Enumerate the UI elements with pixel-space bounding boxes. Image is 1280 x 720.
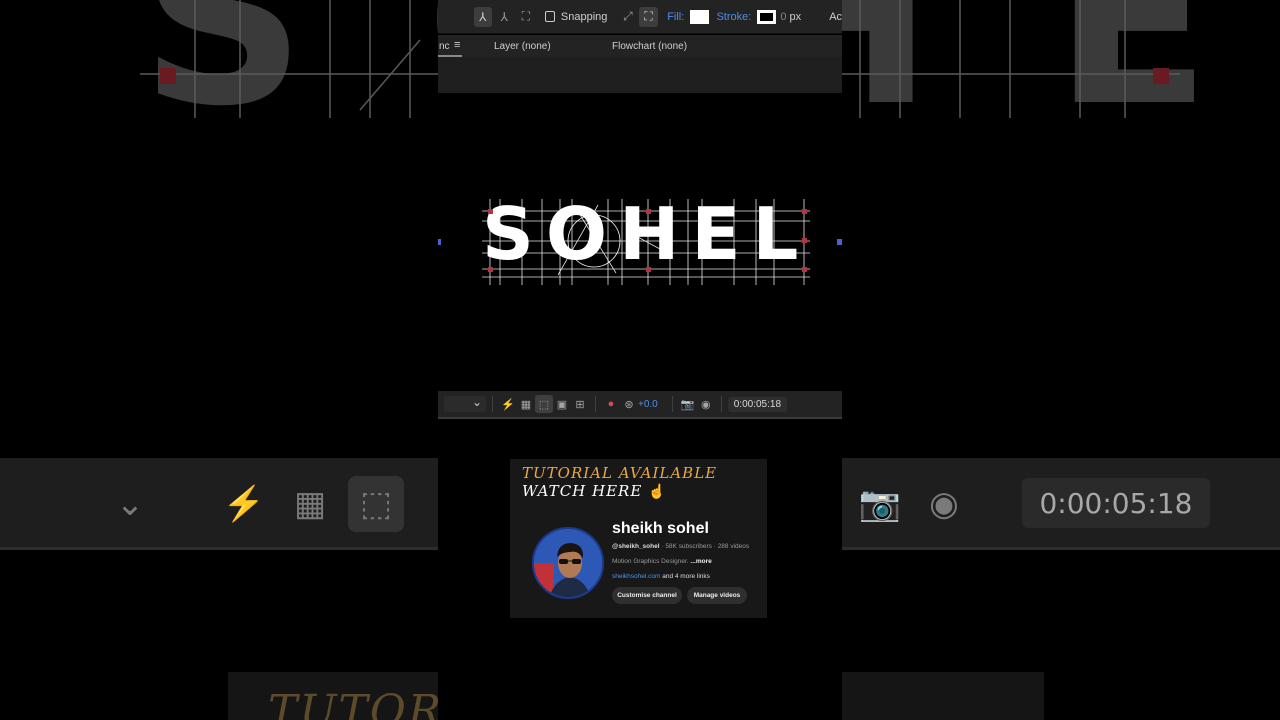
manage-videos-button[interactable]: Manage videos: [687, 587, 747, 604]
channel-card[interactable]: TUTORIAL AVAILABLE WATCH HERE ☝ sheikh s…: [510, 459, 767, 618]
snap-edges-icon[interactable]: ⤢: [619, 7, 638, 27]
avatar-portrait: [534, 529, 602, 597]
channel-avatar[interactable]: [532, 527, 604, 599]
stroke-width-unit: px: [789, 10, 802, 23]
puppet-starch-icon[interactable]: ⛶: [516, 7, 535, 27]
background-chevron-icon: ⌄: [115, 485, 145, 523]
description-text: Motion Graphics Designer.: [612, 558, 689, 565]
color-management-icon[interactable]: ⊛: [620, 395, 638, 413]
guide-grid-overlay: [438, 199, 842, 285]
camera-icon[interactable]: 📷: [679, 395, 697, 413]
puppet-pin-icon[interactable]: ⅄: [473, 6, 493, 27]
app-column: ⅄ ⅄ ⛶ Snapping ⤢ ⛶ Fill: Stroke: 0 px Ac…: [438, 0, 842, 720]
tab-flowchart[interactable]: Flowchart (none): [612, 41, 687, 52]
watch-here-text: WATCH HERE ☝: [522, 482, 667, 500]
background-camera-icon: 📷: [858, 485, 902, 523]
background-snapshot-icon: ◉: [929, 485, 959, 523]
fast-previews-icon[interactable]: ⚡: [499, 395, 517, 413]
panel-menu-icon[interactable]: ≡: [454, 39, 460, 51]
fill-label[interactable]: Fill:: [667, 11, 684, 23]
region-of-interest-icon[interactable]: ▣: [553, 395, 571, 413]
guides-options-icon[interactable]: ⊞: [571, 395, 589, 413]
snap-features-icon[interactable]: ⛶: [639, 6, 658, 27]
show-snapshot-icon[interactable]: ◉: [697, 395, 715, 413]
more-link[interactable]: ...more: [690, 558, 711, 565]
divider: [492, 396, 493, 412]
fill-color-swatch[interactable]: [690, 9, 709, 24]
stroke-label[interactable]: Stroke:: [716, 11, 751, 23]
background-transparency-grid-icon: ▦: [293, 485, 327, 523]
viewer-control-bar: ⌄ ⚡ ▦ ⬚ ▣ ⊞ ● ⊛ +0.0 📷 ◉ 0:00:05:18: [438, 391, 842, 419]
viewer-panel-tabs: nc ≡ Layer (none) Flowchart (none): [438, 35, 842, 57]
channel-handle: @sheikh_sohel: [612, 543, 660, 550]
stroke-color-swatch[interactable]: [757, 9, 777, 24]
background-fast-preview-icon: ⚡: [222, 485, 266, 523]
chevron-down-icon: ⌄: [471, 395, 482, 409]
divider: [720, 396, 722, 412]
puppet-overlap-icon[interactable]: ⅄: [495, 7, 514, 27]
color-channels-icon[interactable]: ●: [602, 395, 620, 413]
channel-name: sheikh sohel: [612, 520, 709, 537]
composition-tab-partial[interactable]: nc: [439, 41, 450, 52]
channel-links: sheikhsohel.com and 4 more links: [612, 573, 710, 580]
channel-stats: · 58K subscribers · 288 videos: [661, 543, 750, 550]
mask-path-visibility-icon[interactable]: ⬚: [535, 395, 553, 413]
tools-toolbar: ⅄ ⅄ ⛶ Snapping ⤢ ⛶ Fill: Stroke: 0 px Ac: [438, 0, 842, 34]
channel-description[interactable]: Motion Graphics Designer. ...more: [612, 558, 712, 565]
exposure-value[interactable]: +0.0: [638, 399, 658, 410]
panel-body: [438, 57, 842, 93]
pointing-hand-icon: ☝: [648, 484, 667, 500]
snapping-label: Snapping: [560, 10, 608, 23]
divider: [671, 396, 673, 412]
more-links-text[interactable]: and 4 more links: [662, 573, 710, 580]
composition-viewer[interactable]: SOHEL: [438, 93, 842, 391]
divider: [595, 396, 596, 412]
website-link[interactable]: sheikhsohel.com: [612, 573, 660, 580]
channel-meta: @sheikh_sohel · 58K subscribers · 288 vi…: [612, 543, 749, 550]
background-mask-icon: ⬚: [348, 476, 404, 532]
tab-layer[interactable]: Layer (none): [494, 41, 551, 52]
tutorial-available-text: TUTORIAL AVAILABLE: [522, 464, 718, 482]
stroke-width-value[interactable]: 0: [780, 11, 786, 23]
background-timecode: 0:00:05:18: [1022, 478, 1210, 528]
toolbar-overflow-label: Ac: [829, 10, 842, 23]
transparency-grid-icon[interactable]: ▦: [517, 395, 535, 413]
snapping-checkbox[interactable]: [544, 11, 555, 22]
view-dropdown[interactable]: ⌄: [444, 395, 486, 412]
customise-channel-button[interactable]: Customise channel: [612, 587, 682, 604]
watch-here-label: WATCH HERE: [522, 482, 643, 500]
current-time-display[interactable]: 0:00:05:18: [727, 396, 788, 412]
